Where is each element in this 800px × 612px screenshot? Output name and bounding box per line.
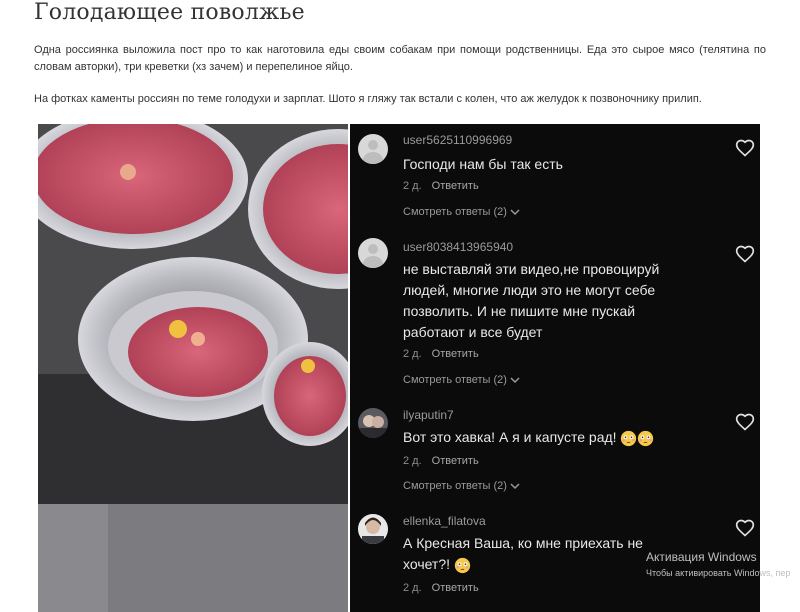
comment-time: 2 д. [403, 180, 422, 192]
heart-icon[interactable] [735, 244, 755, 264]
view-replies-label: Смотреть ответы (2) [403, 480, 507, 492]
heart-icon[interactable] [735, 412, 755, 432]
article-paragraph-1: Одна россиянка выложила пост про то как … [34, 44, 766, 73]
comment-username[interactable]: ilyaputin7 [403, 408, 454, 422]
flushed-face-emoji-icon [454, 557, 471, 573]
view-replies-button[interactable]: Смотреть ответы (2) [403, 374, 520, 386]
view-replies-label: Смотреть ответы (2) [403, 206, 507, 218]
chevron-down-icon [510, 209, 520, 216]
flushed-face-emoji-icon [638, 430, 654, 446]
heart-icon[interactable] [735, 138, 755, 158]
view-replies-label: Смотреть ответы (2) [403, 374, 507, 386]
comment-time: 2 д. [403, 348, 422, 360]
reply-button[interactable]: Ответить [432, 180, 479, 192]
user-photo-icon [358, 514, 388, 544]
comment-text: не выставляй эти видео,не провоцируй люд… [403, 261, 660, 340]
comment-text: Вот это хавка! А я и капусте рад! [403, 427, 693, 448]
user-photo-icon [358, 415, 388, 438]
comment-username[interactable]: ellenka_filatova [403, 514, 486, 528]
avatar[interactable] [358, 238, 388, 268]
avatar[interactable] [358, 408, 388, 438]
bowls-illustration [38, 124, 348, 612]
windows-activation-subtitle: Чтобы активировать Windows, пер [646, 568, 791, 578]
avatar[interactable] [358, 134, 388, 164]
comment-username[interactable]: user8038413965940 [403, 240, 513, 254]
reply-button[interactable]: Ответить [432, 582, 479, 594]
comment-text: Господи нам бы так есть [403, 156, 563, 172]
comments-panel: user5625110996969 Господи нам бы так ест… [350, 124, 760, 612]
avatar[interactable] [358, 514, 388, 544]
comment-username[interactable]: user5625110996969 [403, 133, 512, 147]
comment-time: 2 д. [403, 455, 422, 467]
view-replies-button[interactable]: Смотреть ответы (2) [403, 206, 520, 218]
article-paragraph-2: На фотках каменты россиян по теме голоду… [34, 93, 702, 105]
comment-meta: 2 д. Ответить [403, 455, 479, 467]
article-title: Голодающее поволжье [34, 0, 305, 25]
chevron-down-icon [510, 483, 520, 490]
comment-meta: 2 д. Ответить [403, 180, 479, 192]
view-replies-button[interactable]: Смотреть ответы (2) [403, 480, 520, 492]
flushed-face-emoji-icon [621, 430, 637, 446]
comment-meta: 2 д. Ответить [403, 582, 479, 594]
windows-activation-title: Активация Windows [646, 550, 757, 564]
heart-icon[interactable] [735, 518, 755, 538]
comment-text-content: А Кресная Ваша, ко мне приехать не хочет… [403, 535, 643, 572]
comment-time: 2 д. [403, 582, 422, 594]
reply-button[interactable]: Ответить [432, 455, 479, 467]
reply-button[interactable]: Ответить [432, 348, 479, 360]
dog-food-photo [38, 124, 348, 612]
comment-text: А Кресная Ваша, ко мне приехать не хочет… [403, 533, 653, 575]
comment-meta: 2 д. Ответить [403, 348, 479, 360]
comment-text-content: Вот это хавка! А я и капусте рад! [403, 429, 617, 445]
chevron-down-icon [510, 377, 520, 384]
